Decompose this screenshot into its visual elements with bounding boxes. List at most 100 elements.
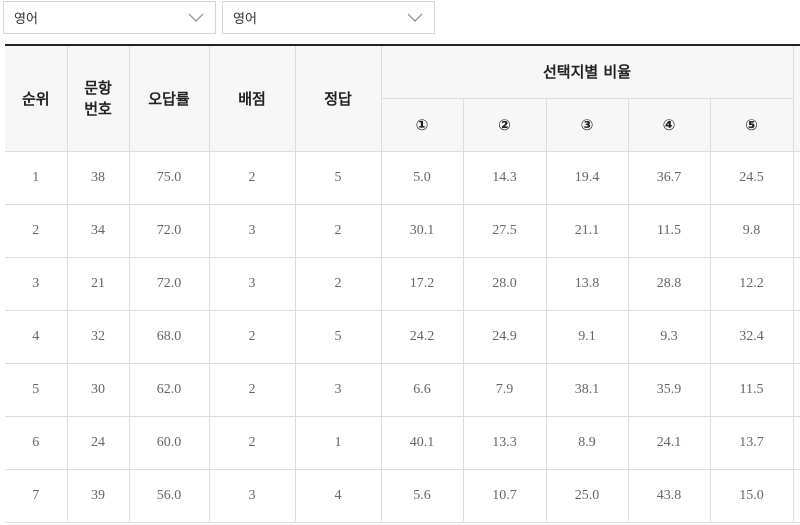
- cell-choice-3: 8.9: [545, 415, 629, 470]
- subject-select-1-value: 영어: [14, 12, 38, 27]
- cell-answer: 5: [294, 150, 382, 205]
- cell-choice-5: 24.5: [709, 150, 794, 205]
- chevron-down-icon: [187, 12, 205, 24]
- header-choice-5: ⑤: [709, 97, 794, 152]
- subject-select-2[interactable]: 영어: [222, 1, 435, 34]
- cell-choice-1: 30.1: [380, 203, 464, 258]
- table-row: 7 39 56.0 3 4 5.6 10.7 25.0 43.8 15.0: [5, 468, 800, 523]
- header-choice-2: ②: [462, 97, 547, 152]
- cell-choice-5: 9.8: [709, 203, 794, 258]
- subject-select-1[interactable]: 영어: [3, 1, 216, 34]
- error-rate-table: 순위 문항 번호 오답률 배점 정답 선택지별 비율 ① ② ③ ④ ⑤ 1 3…: [5, 44, 800, 523]
- cell-extra: [792, 256, 800, 311]
- table-row: 2 34 72.0 3 2 30.1 27.5 21.1 11.5 9.8: [5, 203, 800, 258]
- cell-extra: [792, 203, 800, 258]
- cell-choice-5: 12.2: [709, 256, 794, 311]
- cell-question: 21: [66, 256, 130, 311]
- cell-choice-3: 19.4: [545, 150, 629, 205]
- cell-points: 2: [208, 309, 296, 364]
- cell-choice-1: 5.6: [380, 468, 464, 523]
- header-error-rate: 오답률: [128, 44, 210, 152]
- cell-question: 38: [66, 150, 130, 205]
- cell-extra: [792, 150, 800, 205]
- cell-extra: [792, 362, 800, 417]
- header-question-line2: 번호: [84, 100, 112, 119]
- cell-choice-1: 5.0: [380, 150, 464, 205]
- table-row: 6 24 60.0 2 1 40.1 13.3 8.9 24.1 13.7: [5, 415, 800, 470]
- cell-choice-4: 9.3: [627, 309, 711, 364]
- table-row: 5 30 62.0 2 3 6.6 7.9 38.1 35.9 11.5: [5, 362, 800, 417]
- cell-question: 30: [66, 362, 130, 417]
- header-choice-4: ④: [627, 97, 711, 152]
- header-choice-1: ①: [380, 97, 464, 152]
- cell-answer: 3: [294, 362, 382, 417]
- cell-choice-3: 9.1: [545, 309, 629, 364]
- header-rank: 순위: [5, 44, 68, 152]
- chevron-down-icon: [406, 12, 424, 24]
- header-points: 배점: [208, 44, 296, 152]
- cell-rank: 1: [5, 150, 68, 205]
- cell-choice-1: 17.2: [380, 256, 464, 311]
- cell-choice-2: 10.7: [462, 468, 547, 523]
- subject-select-2-value: 영어: [233, 12, 257, 27]
- cell-points: 3: [208, 468, 296, 523]
- cell-points: 2: [208, 150, 296, 205]
- cell-choice-4: 43.8: [627, 468, 711, 523]
- cell-choice-3: 13.8: [545, 256, 629, 311]
- header-question-number: 문항 번호: [66, 44, 130, 152]
- cell-question: 34: [66, 203, 130, 258]
- cell-rank: 6: [5, 415, 68, 470]
- header-question-line1: 문항: [84, 79, 112, 98]
- cell-choice-1: 24.2: [380, 309, 464, 364]
- header-extra: [792, 44, 800, 152]
- cell-choice-5: 13.7: [709, 415, 794, 470]
- cell-choice-5: 32.4: [709, 309, 794, 364]
- cell-choice-1: 6.6: [380, 362, 464, 417]
- cell-error-rate: 75.0: [128, 150, 210, 205]
- cell-answer: 4: [294, 468, 382, 523]
- table-row: 4 32 68.0 2 5 24.2 24.9 9.1 9.3 32.4: [5, 309, 800, 364]
- filter-bar: 영어 영어: [3, 1, 435, 34]
- cell-points: 3: [208, 203, 296, 258]
- cell-choice-5: 11.5: [709, 362, 794, 417]
- cell-choice-2: 14.3: [462, 150, 547, 205]
- cell-question: 32: [66, 309, 130, 364]
- cell-choice-4: 28.8: [627, 256, 711, 311]
- cell-choice-2: 13.3: [462, 415, 547, 470]
- cell-choice-2: 27.5: [462, 203, 547, 258]
- cell-error-rate: 72.0: [128, 256, 210, 311]
- cell-rank: 3: [5, 256, 68, 311]
- cell-choice-4: 24.1: [627, 415, 711, 470]
- cell-extra: [792, 309, 800, 364]
- cell-choice-2: 24.9: [462, 309, 547, 364]
- cell-choice-5: 15.0: [709, 468, 794, 523]
- cell-answer: 5: [294, 309, 382, 364]
- header-choice-3: ③: [545, 97, 629, 152]
- cell-extra: [792, 415, 800, 470]
- cell-error-rate: 60.0: [128, 415, 210, 470]
- cell-rank: 7: [5, 468, 68, 523]
- header-choice-ratio: 선택지별 비율: [380, 44, 794, 99]
- cell-choice-4: 11.5: [627, 203, 711, 258]
- cell-choice-2: 7.9: [462, 362, 547, 417]
- cell-answer: 1: [294, 415, 382, 470]
- cell-choice-4: 35.9: [627, 362, 711, 417]
- cell-choice-4: 36.7: [627, 150, 711, 205]
- cell-choice-3: 38.1: [545, 362, 629, 417]
- error-rate-table-container: 순위 문항 번호 오답률 배점 정답 선택지별 비율 ① ② ③ ④ ⑤ 1 3…: [5, 44, 800, 523]
- header-answer: 정답: [294, 44, 382, 152]
- cell-choice-1: 40.1: [380, 415, 464, 470]
- cell-question: 39: [66, 468, 130, 523]
- cell-error-rate: 72.0: [128, 203, 210, 258]
- cell-points: 2: [208, 415, 296, 470]
- table-row: 3 21 72.0 3 2 17.2 28.0 13.8 28.8 12.2: [5, 256, 800, 311]
- cell-choice-3: 21.1: [545, 203, 629, 258]
- cell-choice-2: 28.0: [462, 256, 547, 311]
- cell-answer: 2: [294, 256, 382, 311]
- cell-error-rate: 68.0: [128, 309, 210, 364]
- cell-rank: 2: [5, 203, 68, 258]
- cell-points: 3: [208, 256, 296, 311]
- cell-error-rate: 56.0: [128, 468, 210, 523]
- cell-error-rate: 62.0: [128, 362, 210, 417]
- cell-question: 24: [66, 415, 130, 470]
